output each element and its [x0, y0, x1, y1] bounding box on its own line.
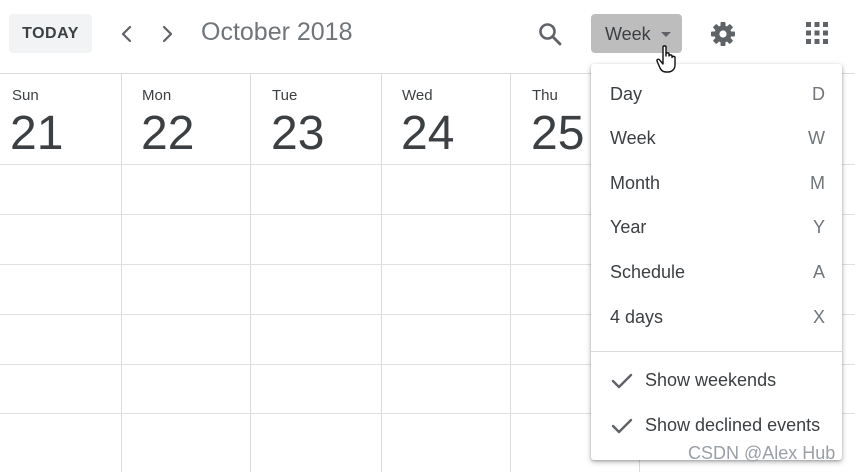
view-selector-label: Week: [605, 24, 651, 44]
menu-option-label: Show declined events: [645, 415, 821, 435]
menu-option-label: Show weekends: [645, 370, 777, 390]
day-number[interactable]: 21: [10, 106, 63, 161]
view-menu: Day D Week W Month M Year Y Schedule A 4…: [591, 64, 842, 460]
month-title: October 2018: [201, 18, 353, 46]
watermark: CSDN @Alex Hub: [688, 443, 836, 463]
menu-option-show-weekends[interactable]: Show weekends: [591, 360, 842, 404]
day-number[interactable]: 23: [271, 106, 324, 161]
day-name: Mon: [142, 87, 172, 104]
checkmark-icon: [611, 372, 633, 390]
menu-item-shortcut: W: [808, 128, 825, 148]
calendar-header: TODAY October 2018 Week: [0, 0, 855, 73]
hand-cursor-icon: [655, 44, 679, 74]
menu-item-shortcut: Y: [812, 217, 825, 237]
day-name: Thu: [532, 87, 558, 104]
day-name: Sun: [12, 87, 39, 104]
day-number[interactable]: 25: [531, 106, 584, 161]
gear-icon[interactable]: [708, 19, 738, 49]
menu-item-year[interactable]: Year Y: [591, 207, 842, 251]
menu-item-shortcut: M: [810, 173, 825, 193]
menu-item-schedule[interactable]: Schedule A: [591, 252, 842, 296]
menu-item-shortcut: A: [812, 262, 825, 282]
day-name: Tue: [272, 87, 298, 104]
menu-item-label: Year: [610, 217, 647, 237]
day-number[interactable]: 22: [141, 106, 194, 161]
checkmark-icon: [611, 417, 633, 435]
menu-item-label: Day: [610, 84, 643, 104]
menu-item-label: Schedule: [610, 262, 686, 282]
menu-item-label: Month: [610, 173, 661, 193]
apps-grid-icon[interactable]: [805, 21, 829, 45]
chevron-right-icon[interactable]: [155, 20, 179, 48]
day-name: Wed: [402, 87, 433, 104]
menu-item-label: Week: [610, 128, 656, 148]
menu-item-label: 4 days: [610, 307, 664, 327]
menu-item-4-days[interactable]: 4 days X: [591, 297, 842, 341]
today-button[interactable]: TODAY: [9, 14, 92, 53]
day-number[interactable]: 24: [401, 106, 454, 161]
menu-item-day[interactable]: Day D: [591, 74, 842, 118]
menu-item-week[interactable]: Week W: [591, 118, 842, 162]
menu-item-shortcut: D: [812, 84, 825, 104]
chevron-left-icon[interactable]: [115, 20, 139, 48]
menu-item-month[interactable]: Month M: [591, 163, 842, 207]
menu-item-shortcut: X: [812, 307, 825, 327]
menu-divider: [591, 351, 842, 352]
search-icon[interactable]: [536, 20, 564, 48]
caret-down-icon: [661, 32, 671, 37]
